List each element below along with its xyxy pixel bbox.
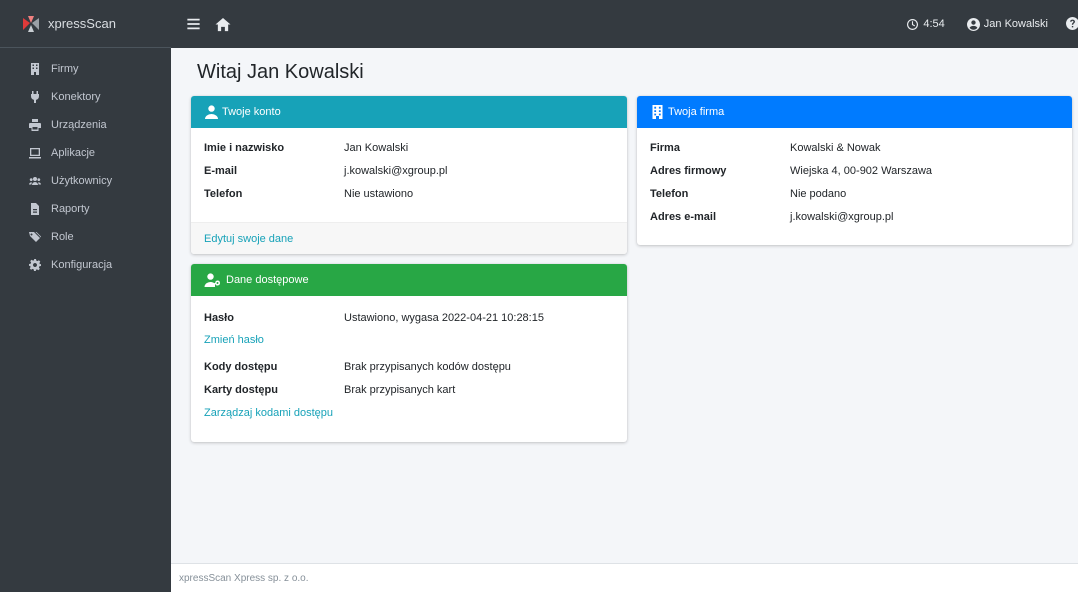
access-row-codes: Kody dostępu Brak przypisanych kodów dos… — [204, 355, 614, 378]
account-row-phone: Telefon Nie ustawiono — [204, 182, 614, 205]
sidebar-item-aplikacje[interactable]: Aplikacje — [0, 139, 171, 167]
edit-account-link[interactable]: Edytuj swoje dane — [204, 233, 293, 245]
hamburger-icon — [186, 18, 200, 30]
change-password-link[interactable]: Zmień hasło — [204, 334, 264, 346]
access-card-title: Dane dostępowe — [226, 274, 309, 286]
company-details: Firma Kowalski & Nowak Adres firmowy Wie… — [637, 128, 1072, 228]
users-icon — [28, 174, 42, 188]
footer-text: xpressScan Xpress sp. z o.o. — [179, 572, 309, 584]
session-time: 4:54 — [923, 18, 945, 30]
company-card-header: Twoja firma — [637, 96, 1072, 128]
account-card: Twoje konto Imie i nazwisko Jan Kowalski… — [191, 96, 627, 254]
gear-icon — [28, 258, 42, 272]
field-value: Kowalski & Nowak — [790, 141, 881, 154]
topbar: 4:54 Jan Kowalski — [171, 0, 1078, 48]
account-card-footer: Edytuj swoje dane — [191, 222, 627, 254]
sidebar-item-konektory[interactable]: Konektory — [0, 83, 171, 111]
manage-codes-row: Zarządzaj kodami dostępu — [204, 401, 614, 424]
sidebar-item-raporty[interactable]: Raporty — [0, 195, 171, 223]
sidebar-item-label: Role — [51, 231, 74, 243]
company-row-email: Adres e-mail j.kowalski@xgroup.pl — [650, 205, 1059, 228]
sidebar-item-label: Firmy — [51, 63, 79, 75]
field-value: Nie podano — [790, 187, 847, 200]
sidebar-item-urzadzenia[interactable]: Urządzenia — [0, 111, 171, 139]
footer: xpressScan Xpress sp. z o.o. — [171, 563, 1078, 592]
report-icon — [28, 202, 42, 216]
sidebar: xpressScan Firmy Konektory Urządzenia Ap… — [0, 0, 171, 592]
page-title: Witaj Jan Kowalski — [197, 61, 364, 83]
building-icon — [652, 105, 663, 119]
user-name: Jan Kowalski — [983, 18, 1048, 30]
sidebar-item-role[interactable]: Role — [0, 223, 171, 251]
account-row-name: Imie i nazwisko Jan Kowalski — [204, 136, 614, 159]
access-row-password: Hasło Ustawiono, wygasa 2022-04-21 10:28… — [204, 306, 614, 329]
account-row-email: E-mail j.kowalski@xgroup.pl — [204, 159, 614, 182]
sidebar-item-label: Aplikacje — [51, 147, 96, 159]
topbar-right: 4:54 Jan Kowalski — [907, 0, 1078, 48]
menu-toggle-button[interactable] — [185, 16, 201, 32]
field-value: Brak przypisanych kart — [344, 383, 456, 396]
user-circle-icon — [966, 17, 980, 31]
field-label: Firma — [650, 141, 680, 154]
change-password-row: Zmień hasło — [204, 329, 614, 351]
field-label: Adres firmowy — [650, 164, 727, 177]
help-button[interactable] — [1066, 17, 1078, 31]
sidebar-item-label: Użytkownicy — [51, 175, 113, 187]
access-row-cards: Karty dostępu Brak przypisanych kart — [204, 378, 614, 401]
field-value: Wiejska 4, 00-902 Warszawa — [790, 164, 933, 177]
company-row-phone: Telefon Nie podano — [650, 182, 1059, 205]
session-timer: 4:54 — [907, 18, 945, 30]
user-key-icon — [204, 273, 220, 287]
user-menu[interactable]: Jan Kowalski — [966, 17, 1048, 31]
field-label: Telefon — [204, 187, 243, 200]
access-card-header: Dane dostępowe — [191, 264, 627, 296]
field-label: Telefon — [650, 187, 689, 200]
field-value: j.kowalski@xgroup.pl — [344, 164, 448, 177]
sidebar-item-uzytkownicy[interactable]: Użytkownicy — [0, 167, 171, 195]
tags-icon — [28, 230, 42, 244]
field-value: Ustawiono, wygasa 2022-04-21 10:28:15 — [344, 311, 544, 324]
account-details: Imie i nazwisko Jan Kowalski E-mail j.ko… — [191, 128, 627, 205]
access-card: Dane dostępowe Hasło Ustawiono, wygasa 2… — [191, 264, 627, 442]
field-value: Brak przypisanych kodów dostępu — [344, 360, 511, 373]
brand-name: xpressScan — [48, 16, 116, 31]
company-card: Twoja firma Firma Kowalski & Nowak Adres… — [637, 96, 1072, 245]
field-label: E-mail — [204, 164, 238, 177]
window-icon — [28, 146, 42, 160]
sidebar-nav: Firmy Konektory Urządzenia Aplikacje Uży… — [0, 48, 171, 279]
sidebar-item-label: Raporty — [51, 203, 90, 215]
field-value: j.kowalski@xgroup.pl — [790, 210, 894, 223]
user-icon — [205, 105, 218, 119]
account-card-title: Twoje konto — [222, 106, 281, 118]
sidebar-item-konfiguracja[interactable]: Konfiguracja — [0, 251, 171, 279]
question-circle-icon — [1066, 17, 1078, 30]
sidebar-item-firmy[interactable]: Firmy — [0, 55, 171, 83]
home-icon — [215, 17, 231, 31]
field-label: Kody dostępu — [204, 360, 278, 373]
access-details: Hasło Ustawiono, wygasa 2022-04-21 10:28… — [191, 296, 627, 424]
clock-icon — [907, 18, 919, 30]
home-button[interactable] — [215, 16, 231, 32]
account-card-header: Twoje konto — [191, 96, 627, 128]
field-value: Nie ustawiono — [344, 187, 414, 200]
field-value: Jan Kowalski — [344, 141, 409, 154]
main-content: Witaj Jan Kowalski Twoje konto Imie i na… — [171, 48, 1078, 563]
field-label: Imie i nazwisko — [204, 141, 285, 154]
sidebar-item-label: Konektory — [51, 91, 101, 103]
manage-access-codes-link[interactable]: Zarządzaj kodami dostępu — [204, 407, 333, 419]
printer-icon — [28, 118, 42, 132]
building-icon — [28, 62, 42, 76]
brand[interactable]: xpressScan — [0, 0, 171, 48]
field-label: Adres e-mail — [650, 210, 717, 223]
sidebar-item-label: Konfiguracja — [51, 259, 113, 271]
field-label: Karty dostępu — [204, 383, 278, 396]
company-row-address: Adres firmowy Wiejska 4, 00-902 Warszawa — [650, 159, 1059, 182]
field-label: Hasło — [204, 311, 234, 324]
brand-logo — [23, 15, 39, 32]
company-card-title: Twoja firma — [668, 106, 725, 118]
company-row-name: Firma Kowalski & Nowak — [650, 136, 1059, 159]
plug-icon — [28, 90, 42, 104]
sidebar-item-label: Urządzenia — [51, 119, 107, 131]
